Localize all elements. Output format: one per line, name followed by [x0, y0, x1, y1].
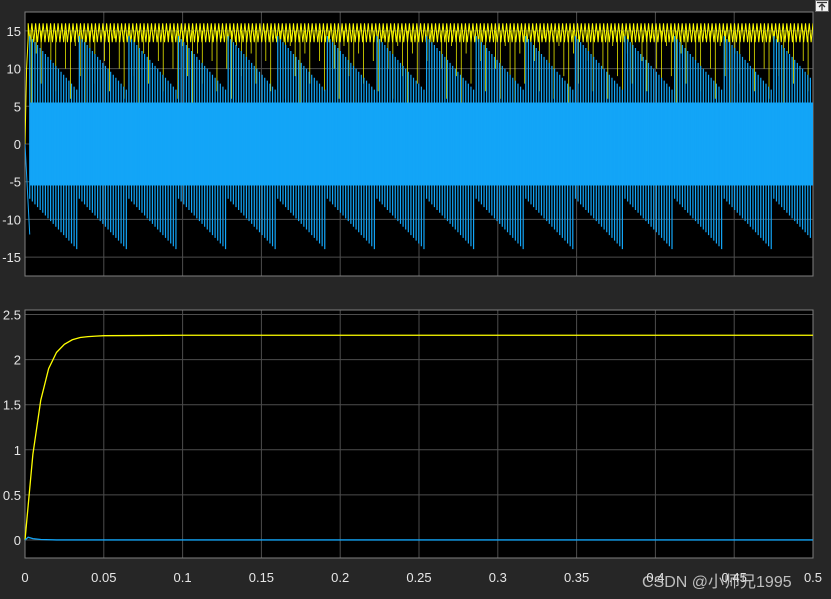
x-tick-label: 0.3 — [489, 570, 507, 585]
y-tick-label: -10 — [2, 212, 21, 227]
x-tick-label: 0.35 — [564, 570, 589, 585]
x-tick-label: 0.1 — [174, 570, 192, 585]
undock-button[interactable] — [815, 0, 829, 12]
x-tick-label: 0.15 — [249, 570, 274, 585]
y-tick-label: -15 — [2, 250, 21, 265]
x-tick-label: 0.05 — [91, 570, 116, 585]
x-tick-label: 0 — [21, 570, 28, 585]
y-tick-label: 10 — [7, 62, 21, 77]
y-tick-label: 5 — [14, 99, 21, 114]
y-tick-label: -5 — [9, 175, 21, 190]
lower-axes[interactable]: 0 0.5 1 1.5 2 2.5 0 0.05 0.1 0.15 0.2 0.25 0.3 0.35 0.… — [3, 308, 822, 585]
x-tick-label: 0.2 — [331, 570, 349, 585]
undock-arrow-icon — [817, 1, 827, 11]
upper-axes[interactable]: -15 -10 -5 0 5 10 15 — [2, 11, 814, 277]
y-tick-label: 15 — [7, 24, 21, 39]
y-tick-label: 2 — [14, 353, 21, 368]
scope-figure: -15-10-5051015 00.511.522.50 0.05 0.1 0.15 0… — [2, 11, 822, 585]
watermark: CSDN @小师兄1995 — [642, 574, 792, 591]
y-tick-label: 0.5 — [3, 488, 21, 503]
y-tick-label: 0 — [14, 533, 21, 548]
x-tick-label: 0.25 — [406, 570, 431, 585]
y-tick-label: 2.5 — [3, 308, 21, 323]
y-tick-label: 1.5 — [3, 398, 21, 413]
y-tick-label: 0 — [14, 137, 21, 152]
y-tick-label: 1 — [14, 443, 21, 458]
x-tick-label: 0.5 — [804, 570, 822, 585]
